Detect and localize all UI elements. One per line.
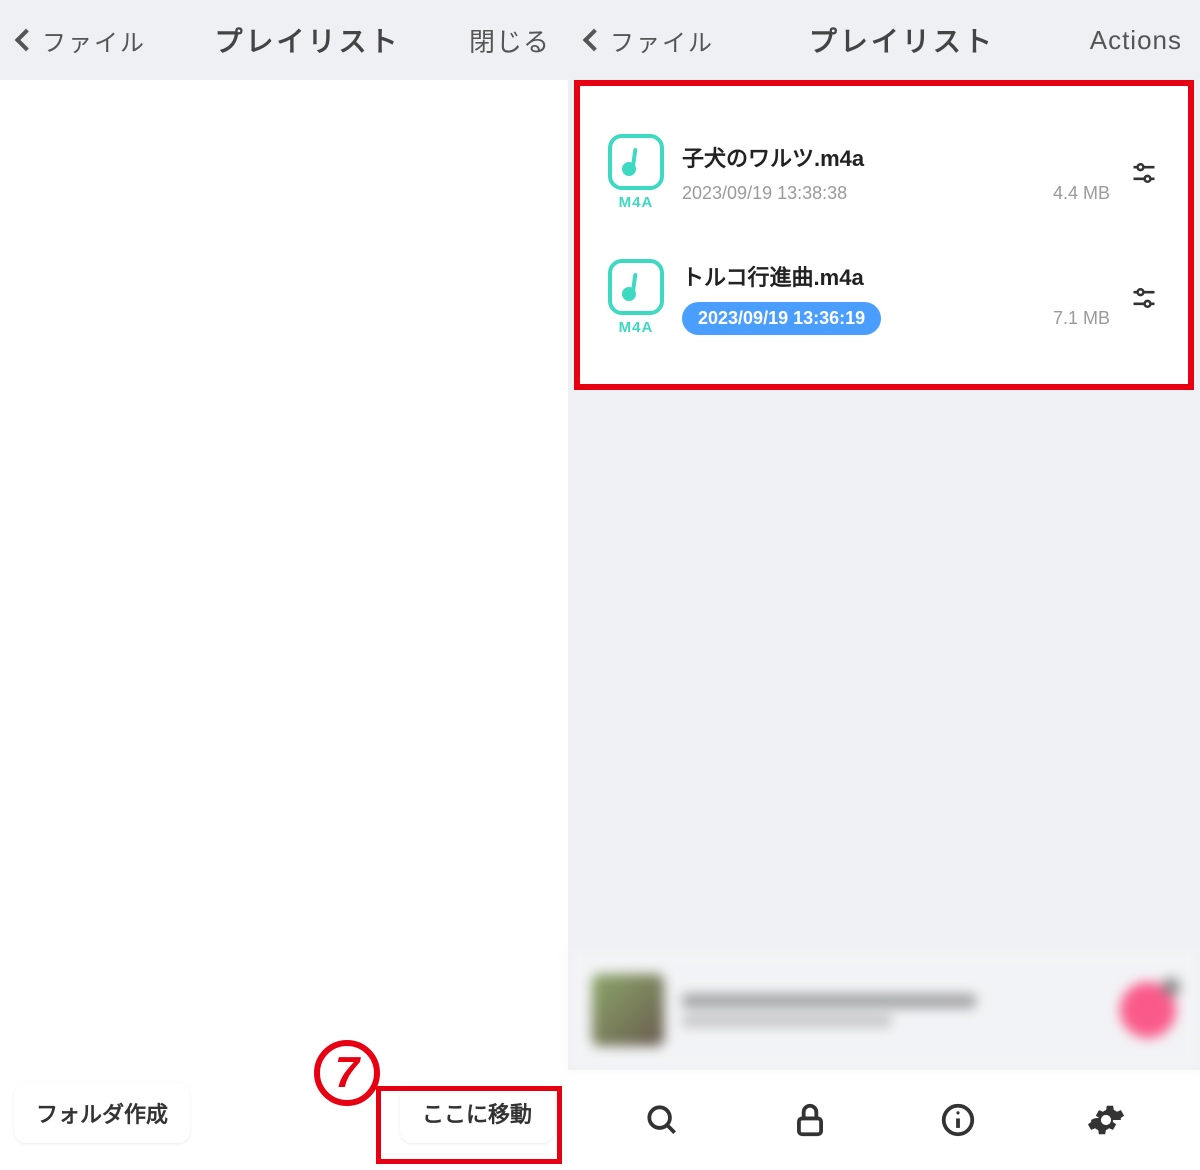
page-title: プレイリスト [809, 20, 995, 60]
page-title: プレイリスト [214, 20, 400, 60]
search-icon[interactable] [640, 1098, 684, 1142]
player-text [682, 994, 1102, 1026]
file-name: トルコ行進曲.m4a [682, 260, 1110, 292]
play-button-icon[interactable] [1120, 982, 1176, 1038]
file-ext-label: M4A [619, 194, 654, 211]
file-row[interactable]: M4A 子犬のワルツ.m4a 2023/09/19 13:38:38 4.4 M… [590, 110, 1178, 235]
back-label: ファイル [610, 23, 714, 58]
tab-bar [568, 1070, 1200, 1170]
create-folder-button[interactable]: フォルダ作成 [14, 1083, 190, 1143]
gear-icon[interactable] [1084, 1098, 1128, 1142]
now-playing-bar[interactable] [568, 950, 1200, 1070]
music-note-icon [608, 134, 664, 190]
footer-bar: フォルダ作成 ここに移動 7 [0, 1070, 568, 1170]
empty-content [0, 80, 568, 1070]
album-art [592, 974, 664, 1046]
music-note-icon [608, 259, 664, 315]
file-date-highlighted: 2023/09/19 13:36:19 [682, 302, 881, 335]
spacer [568, 390, 1200, 950]
file-meta: 子犬のワルツ.m4a 2023/09/19 13:38:38 4.4 MB [682, 141, 1110, 204]
actions-button[interactable]: Actions [1090, 25, 1182, 56]
header-right: ファイル プレイリスト Actions [568, 0, 1200, 80]
back-button[interactable]: ファイル [18, 23, 146, 58]
right-pane: ファイル プレイリスト Actions M4A 子犬のワルツ.m4a 2023/… [568, 0, 1200, 1170]
header-left: ファイル プレイリスト 閉じる [0, 0, 568, 80]
close-button[interactable]: 閉じる [469, 22, 550, 59]
chevron-left-icon [15, 29, 38, 52]
file-list-highlighted: M4A 子犬のワルツ.m4a 2023/09/19 13:38:38 4.4 M… [574, 80, 1194, 390]
lock-icon[interactable] [788, 1098, 832, 1142]
options-icon[interactable] [1128, 157, 1160, 189]
left-pane: ファイル プレイリスト 閉じる フォルダ作成 ここに移動 7 [0, 0, 568, 1170]
file-type-icon: M4A [608, 259, 664, 336]
move-here-button[interactable]: ここに移動 [400, 1083, 554, 1143]
file-row[interactable]: M4A トルコ行進曲.m4a 2023/09/19 13:36:19 7.1 M… [590, 235, 1178, 360]
annotation-step-badge: 7 [314, 1040, 380, 1106]
info-icon[interactable] [936, 1098, 980, 1142]
file-size: 7.1 MB [1053, 308, 1110, 329]
file-ext-label: M4A [619, 319, 654, 336]
back-button[interactable]: ファイル [586, 23, 714, 58]
file-date: 2023/09/19 13:38:38 [682, 183, 847, 204]
file-meta: トルコ行進曲.m4a 2023/09/19 13:36:19 7.1 MB [682, 260, 1110, 335]
chevron-left-icon [583, 29, 606, 52]
file-name: 子犬のワルツ.m4a [682, 141, 1110, 173]
back-label: ファイル [42, 23, 146, 58]
options-icon[interactable] [1128, 282, 1160, 314]
file-type-icon: M4A [608, 134, 664, 211]
file-size: 4.4 MB [1053, 183, 1110, 204]
